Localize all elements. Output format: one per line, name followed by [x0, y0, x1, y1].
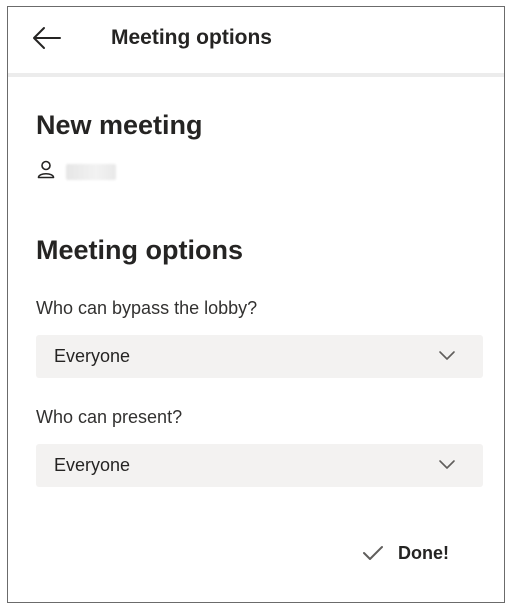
chevron-down-icon — [439, 460, 455, 469]
chevron-down-icon — [439, 351, 455, 360]
lobby-bypass-value: Everyone — [54, 346, 131, 366]
lobby-bypass-label: Who can bypass the lobby? — [36, 298, 258, 318]
meeting-title: New meeting — [36, 110, 203, 140]
meeting-options-window: Meeting options New meeting Meeting opti… — [7, 6, 505, 603]
arrow-left-icon — [33, 27, 61, 49]
presenter-select[interactable]: Everyone — [36, 444, 483, 487]
header-title: Meeting options — [111, 26, 272, 49]
back-button[interactable] — [30, 23, 64, 53]
header-bar: Meeting options — [8, 7, 504, 77]
lobby-bypass-select[interactable]: Everyone — [36, 335, 483, 378]
section-title: Meeting options — [36, 235, 243, 265]
presenter-label: Who can present? — [36, 407, 183, 427]
checkmark-icon — [363, 546, 383, 560]
organizer-name — [66, 164, 116, 180]
presenter-value: Everyone — [54, 455, 131, 475]
person-icon — [37, 160, 55, 179]
done-label: Done! — [398, 543, 449, 563]
